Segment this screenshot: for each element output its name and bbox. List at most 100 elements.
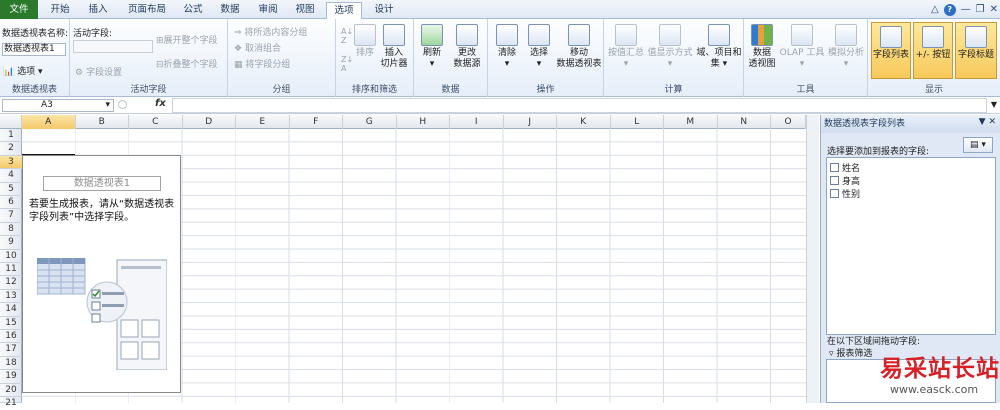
clear-icon <box>496 24 518 46</box>
tab-home[interactable]: 开始 <box>44 2 76 19</box>
column-header[interactable]: G <box>343 115 397 129</box>
column-header[interactable]: A <box>22 115 76 129</box>
group-field-button[interactable]: ▦ 将字段分组 <box>234 57 290 70</box>
row-header[interactable]: 1 <box>0 129 22 143</box>
column-header[interactable]: I <box>450 115 504 129</box>
tab-options[interactable]: 选项 <box>326 2 362 20</box>
sort-za-icon[interactable]: Z↓ A <box>341 55 353 73</box>
column-header[interactable]: M <box>664 115 718 129</box>
row-header[interactable]: 3 <box>0 155 22 170</box>
row-header[interactable]: 12 <box>0 276 22 290</box>
ungroup-button[interactable]: ❖ 取消组合 <box>234 41 281 54</box>
row-header[interactable]: 2 <box>0 142 22 156</box>
collapse-ribbon-icon[interactable]: △ <box>931 4 939 15</box>
collapse-field-button[interactable]: ⊟折叠整个字段 <box>156 57 218 70</box>
row-header[interactable]: 5 <box>0 183 22 196</box>
restore-icon[interactable]: ❐ <box>976 4 985 15</box>
column-header[interactable]: H <box>397 115 450 129</box>
summarize-values-button[interactable]: 按值汇总 ▾ <box>606 24 646 70</box>
field-checkbox[interactable] <box>830 189 839 198</box>
pivottable-placeholder[interactable]: 数据透视表1 若要生成报表，请从“数据透视表字段列表”中选择字段。 <box>22 155 181 393</box>
tab-file[interactable]: 文件 <box>0 0 38 19</box>
group-grouping: ⇒ 将所选内容分组 ❖ 取消组合 ▦ 将字段分组 分组 <box>228 19 336 97</box>
minimize-icon[interactable]: — <box>961 4 971 15</box>
formula-input[interactable] <box>172 98 987 113</box>
tab-design[interactable]: 设计 <box>367 2 401 19</box>
plus-minus-buttons-button[interactable]: +/- 按钮 <box>913 22 953 79</box>
what-if-button[interactable]: 模拟分析 ▾ <box>824 24 868 70</box>
tab-page-layout[interactable]: 页面布局 <box>122 2 172 19</box>
olap-tools-button[interactable]: OLAP 工具 ▾ <box>778 24 826 70</box>
group-selection-button[interactable]: ⇒ 将所选内容分组 <box>234 25 307 38</box>
row-header[interactable]: 17 <box>0 343 22 357</box>
active-field-input[interactable] <box>73 40 153 53</box>
row-header[interactable]: 6 <box>0 196 22 210</box>
plus-minus-icon <box>922 26 944 48</box>
show-values-as-button[interactable]: 值显示方式 ▾ <box>646 24 694 70</box>
expand-field-button[interactable]: ⊞展开整个字段 <box>156 33 218 46</box>
move-pivottable-button[interactable]: 移动 数据透视表 <box>554 24 604 70</box>
field-checkbox[interactable] <box>830 176 839 185</box>
refresh-button[interactable]: 刷新 ▾ <box>418 24 446 70</box>
column-header[interactable]: L <box>611 115 664 129</box>
field-checkbox[interactable] <box>830 163 839 172</box>
clear-button[interactable]: 清除 ▾ <box>492 24 522 70</box>
field-item[interactable]: 姓名 <box>830 161 860 174</box>
field-list-box[interactable]: 姓名 身高 性别 <box>826 157 996 335</box>
row-header[interactable]: 8 <box>0 223 22 237</box>
row-header[interactable]: 14 <box>0 303 22 317</box>
expand-formula-bar-icon[interactable]: ▼ <box>991 100 997 109</box>
insert-slicer-button[interactable]: 插入 切片器 <box>376 24 412 70</box>
pivotchart-button[interactable]: 数据 透视图 <box>746 24 778 70</box>
row-header[interactable]: 7 <box>0 209 22 223</box>
select-button[interactable]: 选择 ▾ <box>524 24 554 70</box>
sort-button[interactable]: 排序 <box>354 24 376 59</box>
tab-data[interactable]: 数据 <box>215 2 245 19</box>
pivottable-name-input[interactable]: 数据透视表1 <box>2 43 66 56</box>
help-icon[interactable]: ? <box>943 3 956 16</box>
options-button[interactable]: 📊 选项 ▾ <box>3 64 43 77</box>
row-header[interactable]: 13 <box>0 290 22 304</box>
row-header[interactable]: 10 <box>0 250 22 263</box>
column-header[interactable]: K <box>557 115 611 129</box>
row-header[interactable]: 19 <box>0 370 22 384</box>
column-header[interactable]: F <box>290 115 343 129</box>
column-header[interactable]: C <box>129 115 183 129</box>
name-box-dropdown-icon[interactable]: ▾ <box>105 100 110 111</box>
field-list-button[interactable]: 字段列表 <box>871 22 911 79</box>
row-header[interactable]: 18 <box>0 357 22 371</box>
row-header[interactable]: 16 <box>0 330 22 344</box>
tab-review[interactable]: 审阅 <box>253 2 283 19</box>
field-item[interactable]: 性别 <box>830 187 860 200</box>
column-header[interactable]: O <box>771 115 806 129</box>
row-header[interactable]: 15 <box>0 317 22 330</box>
tab-formulas[interactable]: 公式 <box>178 2 208 19</box>
insert-function-icon[interactable]: fx <box>155 98 166 109</box>
fields-items-sets-button[interactable]: 域、项目和 集 ▾ <box>694 24 744 70</box>
column-header[interactable]: J <box>504 115 557 129</box>
row-header[interactable]: 20 <box>0 384 22 397</box>
column-header[interactable]: B <box>76 115 129 129</box>
close-icon[interactable]: ✕ <box>990 4 998 15</box>
row-header[interactable]: 11 <box>0 263 22 277</box>
column-header[interactable]: E <box>236 115 290 129</box>
column-header[interactable]: D <box>183 115 236 129</box>
field-list-layout-button[interactable]: ▤ ▾ <box>963 137 993 153</box>
row-header[interactable]: 4 <box>0 169 22 183</box>
name-box[interactable]: A3 ▾ <box>2 99 114 112</box>
sort-az-icon[interactable]: A↓ Z <box>341 27 353 45</box>
tab-insert[interactable]: 插入 <box>82 2 114 19</box>
field-headers-button[interactable]: 字段标题 <box>955 22 997 79</box>
field-item[interactable]: 身高 <box>830 174 860 187</box>
formula-cancel-icon[interactable] <box>118 100 127 109</box>
pane-close-controls[interactable]: ▼ ✕ <box>979 117 996 127</box>
select-all-corner[interactable] <box>0 115 22 129</box>
change-data-source-button[interactable]: 更改 数据源 <box>448 24 486 70</box>
field-settings-button[interactable]: ⚙ 字段设置 <box>75 65 122 78</box>
row-header[interactable]: 9 <box>0 236 22 250</box>
pane-close-icon[interactable]: ✕ <box>988 117 996 127</box>
row-header[interactable]: 21 <box>0 397 22 408</box>
column-header[interactable]: N <box>718 115 771 129</box>
tab-view[interactable]: 视图 <box>290 2 320 19</box>
vertical-scrollbar[interactable] <box>806 115 819 403</box>
